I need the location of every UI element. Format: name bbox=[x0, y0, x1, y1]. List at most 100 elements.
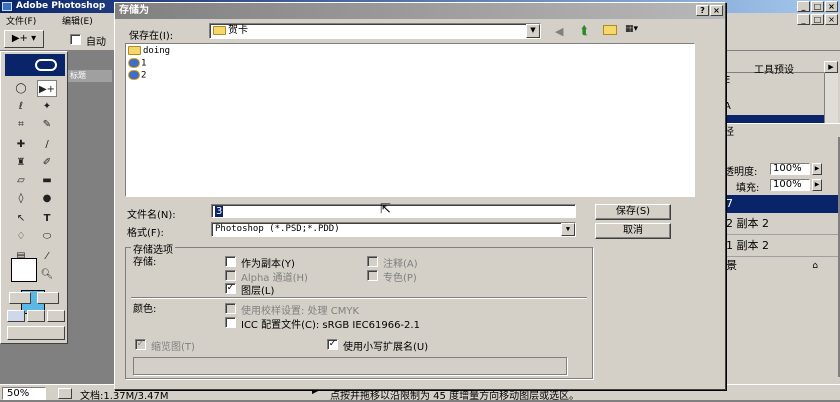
save-as-dialog: 存储为 ? × 保存在(I): 贺卡 ▼ ◀ ⮬ ▦▾ doing 1 2 文件… bbox=[114, 2, 726, 390]
spot-label: 专色(P) bbox=[383, 273, 417, 284]
healing-brush-icon[interactable]: ✚ bbox=[11, 136, 31, 153]
folder-icon bbox=[128, 46, 141, 55]
back-icon[interactable]: ◀ bbox=[555, 25, 563, 38]
use-proof-checkbox[interactable] bbox=[225, 303, 236, 314]
menu-edit[interactable]: 编辑(E) bbox=[62, 14, 93, 27]
document-tab[interactable]: 标题 bbox=[68, 70, 112, 82]
layers-label: 图层(L) bbox=[241, 286, 275, 297]
dodge-icon[interactable]: ● bbox=[37, 190, 57, 207]
brush-icon[interactable]: / bbox=[37, 136, 57, 153]
psd-file-icon bbox=[128, 58, 140, 68]
layers-checkbox[interactable]: ✓ bbox=[225, 283, 236, 294]
lock-icon: ⌂ bbox=[812, 261, 818, 271]
move-tool-icon[interactable]: ▶+ bbox=[37, 80, 57, 97]
color-label: 颜色: bbox=[133, 304, 157, 315]
path-selection-icon[interactable]: ↖ bbox=[11, 210, 31, 227]
auto-select-checkbox[interactable] bbox=[70, 34, 81, 45]
icc-checkbox[interactable] bbox=[225, 317, 236, 328]
magic-wand-icon[interactable]: ✦ bbox=[37, 98, 57, 115]
tool-presets-tab[interactable]: 工具预设 bbox=[754, 61, 794, 76]
lasso-icon[interactable]: ℓ bbox=[11, 98, 31, 115]
annotations-checkbox[interactable] bbox=[367, 256, 378, 267]
format-dropdown[interactable]: Photoshop (*.PSD;*.PDD) ▼ bbox=[211, 222, 576, 237]
opacity-arrow-icon[interactable]: ▶ bbox=[812, 163, 822, 175]
file-list[interactable]: doing 1 2 bbox=[125, 43, 695, 197]
pen-icon[interactable]: ♢ bbox=[11, 228, 31, 245]
close-button[interactable]: × bbox=[825, 1, 838, 12]
toolbox: ◯ ▶+ ℓ ✦ ⌗ ✎ ✚ / ♜ ✐ ▱ ▬ ◊ ● ↖ T ♢ ⬭ ▤ ⁄… bbox=[0, 51, 68, 344]
cancel-button[interactable]: 取消 bbox=[595, 223, 671, 239]
doc-close-button[interactable]: × bbox=[825, 14, 838, 25]
layer-row-background[interactable]: 景 ⌂ bbox=[724, 257, 838, 275]
minimize-button[interactable]: _ bbox=[797, 1, 810, 12]
zoom-icon[interactable]: 🔍︎ bbox=[37, 266, 57, 283]
dropdown-arrow-icon[interactable]: ▼ bbox=[526, 24, 540, 38]
annotations-label: 注释(A) bbox=[383, 259, 418, 270]
as-copy-label: 作为副本(Y) bbox=[241, 259, 295, 270]
shape-icon[interactable]: ⬭ bbox=[37, 228, 57, 245]
maximize-button[interactable]: □ bbox=[811, 1, 824, 12]
list-item[interactable]: 2 bbox=[128, 70, 146, 81]
jump-to-imageready-icon[interactable] bbox=[7, 326, 65, 340]
view-menu-icon[interactable]: ▦▾ bbox=[625, 24, 645, 36]
status-nav-icon[interactable] bbox=[58, 388, 72, 399]
thumbnail-checkbox[interactable]: ✓ bbox=[135, 339, 146, 350]
save-in-dropdown[interactable]: 贺卡 ▼ bbox=[209, 23, 541, 39]
cursor-icon: ⇱ bbox=[380, 202, 391, 217]
filename-value: 3 bbox=[215, 206, 224, 217]
foreground-color-swatch[interactable] bbox=[11, 258, 37, 282]
crop-icon[interactable]: ⌗ bbox=[11, 116, 31, 133]
layer-row-selected[interactable]: 7 bbox=[724, 195, 838, 213]
list-item[interactable]: 1 bbox=[128, 58, 146, 69]
alpha-checkbox[interactable] bbox=[225, 270, 236, 281]
panel-menu-icon[interactable]: ▶ bbox=[824, 61, 838, 73]
gradient-icon[interactable]: ▬ bbox=[37, 172, 57, 189]
up-folder-icon[interactable]: ⮬ bbox=[581, 23, 588, 38]
fill-arrow-icon[interactable]: ▶ bbox=[812, 179, 822, 191]
dialog-help-button[interactable]: ? bbox=[696, 5, 709, 16]
thumbnail-label: 缩览图(T) bbox=[151, 342, 195, 353]
menu-file[interactable]: 文件(F) bbox=[6, 14, 36, 27]
eraser-icon[interactable]: ▱ bbox=[11, 172, 31, 189]
fill-input[interactable]: 100% bbox=[770, 179, 810, 191]
history-brush-icon[interactable]: ✐ bbox=[37, 154, 57, 171]
clone-stamp-icon[interactable]: ♜ bbox=[11, 154, 31, 171]
tool-preset-picker[interactable]: ▶+ ▾ bbox=[4, 30, 44, 48]
dialog-title-bar: 存储为 ? × bbox=[115, 3, 725, 19]
filename-input[interactable]: 3 bbox=[211, 204, 576, 218]
warning-area bbox=[133, 357, 567, 375]
doc-restore-button[interactable]: □ bbox=[811, 14, 824, 25]
auto-select-label: 自动 bbox=[86, 37, 106, 48]
dialog-close-button[interactable]: × bbox=[710, 5, 723, 16]
dropdown-arrow-icon[interactable]: ▼ bbox=[561, 223, 575, 236]
spot-checkbox[interactable] bbox=[367, 270, 378, 281]
as-copy-checkbox[interactable] bbox=[225, 256, 236, 267]
marquee-icon[interactable]: ◯ bbox=[11, 80, 31, 97]
standard-mode-icon[interactable] bbox=[9, 292, 31, 304]
quick-mask-icon[interactable] bbox=[37, 292, 59, 304]
eyedropper-icon[interactable]: ⁄ bbox=[37, 248, 57, 265]
type-tool-icon[interactable]: T bbox=[37, 210, 57, 227]
list-item[interactable]: doing bbox=[128, 46, 170, 56]
doc-minimize-button[interactable]: _ bbox=[797, 14, 810, 25]
eye-logo-icon bbox=[35, 59, 57, 71]
slice-icon[interactable]: ✎ bbox=[37, 116, 57, 133]
presets-scrollbar[interactable] bbox=[824, 73, 838, 127]
layer-name: 景 bbox=[726, 259, 737, 272]
photoshop-icon bbox=[2, 2, 12, 11]
blur-icon[interactable]: ◊ bbox=[11, 190, 31, 207]
lowercase-ext-checkbox[interactable]: ✓ bbox=[327, 339, 338, 350]
icc-label: ICC 配置文件(C): sRGB IEC61966-2.1 bbox=[241, 320, 420, 331]
layer-name: 2 副本 2 bbox=[726, 217, 769, 230]
layer-row[interactable]: 2 副本 2 bbox=[724, 213, 838, 235]
screen-mode-full-icon[interactable] bbox=[47, 310, 65, 322]
screen-mode-standard-icon[interactable] bbox=[7, 310, 25, 322]
save-button[interactable]: 保存(S) bbox=[595, 204, 671, 220]
new-folder-icon[interactable] bbox=[603, 25, 617, 35]
save-label: 存储: bbox=[133, 257, 157, 268]
layer-row[interactable]: 1 副本 2 bbox=[724, 235, 838, 257]
format-label: 格式(F): bbox=[127, 228, 164, 239]
opacity-input[interactable]: 100% bbox=[770, 163, 810, 175]
screen-mode-full-menu-icon[interactable] bbox=[27, 310, 45, 322]
zoom-field[interactable]: 50% bbox=[2, 387, 46, 400]
